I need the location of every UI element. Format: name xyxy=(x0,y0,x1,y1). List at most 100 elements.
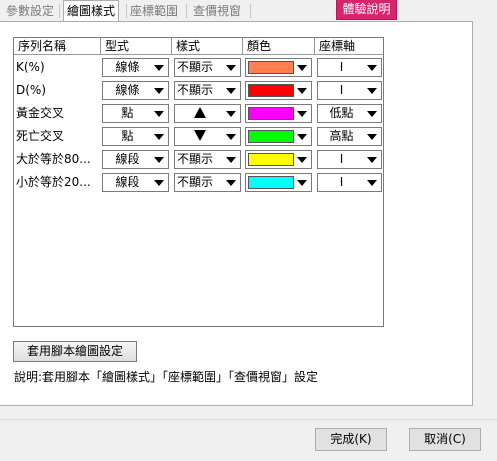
column-header-color: 顏色 xyxy=(243,38,315,55)
table-row: 黃金交叉 點 低點 xyxy=(14,102,383,125)
table-row: 大於等於80... 線段 不顯示 I xyxy=(14,148,383,171)
axis-value: I xyxy=(339,152,344,166)
chevron-down-icon xyxy=(367,180,377,186)
style-value: 不顯示 xyxy=(177,152,214,166)
color-swatch xyxy=(248,107,294,120)
triangle-up-icon xyxy=(193,107,206,118)
type-dropdown[interactable]: 線條 xyxy=(102,58,169,77)
color-dropdown[interactable] xyxy=(245,81,312,100)
type-value: 線段 xyxy=(115,175,140,189)
chevron-down-icon xyxy=(297,65,307,71)
chevron-down-icon xyxy=(154,65,164,71)
chevron-down-icon xyxy=(226,180,236,186)
type-dropdown[interactable]: 點 xyxy=(102,104,169,123)
style-value xyxy=(175,128,224,145)
type-value: 線段 xyxy=(115,152,140,166)
color-swatch xyxy=(248,84,294,97)
color-dropdown[interactable] xyxy=(245,104,312,123)
type-value: 線條 xyxy=(115,60,140,74)
chevron-down-icon xyxy=(226,65,236,71)
style-dropdown[interactable]: 不顯示 xyxy=(174,81,241,100)
style-value: 不顯示 xyxy=(177,175,214,189)
series-name: 大於等於80... xyxy=(16,152,91,166)
column-header-type: 型式 xyxy=(101,38,172,55)
tab-separator xyxy=(59,4,60,18)
axis-dropdown[interactable]: I xyxy=(317,58,382,77)
style-value xyxy=(175,105,224,122)
color-swatch xyxy=(248,153,294,166)
type-dropdown[interactable]: 線段 xyxy=(102,150,169,169)
color-swatch xyxy=(248,130,294,143)
tab-parameters[interactable]: 參數設定 xyxy=(6,3,54,20)
cancel-button[interactable]: 取消(C) xyxy=(409,428,481,451)
chevron-down-icon xyxy=(154,180,164,186)
color-dropdown[interactable] xyxy=(245,58,312,77)
style-dropdown[interactable]: 不顯示 xyxy=(174,150,241,169)
style-dropdown[interactable] xyxy=(174,127,241,146)
column-header-axis: 座標軸 xyxy=(315,38,383,55)
help-button[interactable]: 體驗說明 xyxy=(336,0,397,20)
axis-dropdown[interactable]: 高點 xyxy=(317,127,382,146)
color-swatch xyxy=(248,176,294,189)
chevron-down-icon xyxy=(367,111,377,117)
series-name: 小於等於20... xyxy=(16,175,91,189)
series-name: D(%) xyxy=(16,83,47,97)
chevron-down-icon xyxy=(297,111,307,117)
axis-value: I xyxy=(339,60,344,74)
axis-dropdown[interactable]: 低點 xyxy=(317,104,382,123)
axis-value: 高點 xyxy=(329,129,354,143)
style-dropdown[interactable]: 不顯示 xyxy=(174,58,241,77)
axis-dropdown[interactable]: I xyxy=(317,150,382,169)
tab-separator xyxy=(126,4,127,18)
axis-value: I xyxy=(339,175,344,189)
table-row: 小於等於20... 線段 不顯示 I xyxy=(14,171,383,194)
tab-strip: 參數設定 繪圖樣式 座標範圍 查價視窗 體驗說明 xyxy=(0,0,497,22)
apply-script-plot-settings-button[interactable]: 套用腳本繪圖設定 xyxy=(13,341,137,362)
type-value: 線條 xyxy=(115,83,140,97)
chevron-down-icon xyxy=(297,134,307,140)
column-header-style: 樣式 xyxy=(172,38,243,55)
color-dropdown[interactable] xyxy=(245,173,312,192)
triangle-down-icon xyxy=(193,130,206,141)
axis-dropdown[interactable]: I xyxy=(317,81,382,100)
series-name: 黃金交叉 xyxy=(16,106,65,120)
window-margin xyxy=(473,21,497,405)
axis-value: 低點 xyxy=(329,106,354,120)
color-dropdown[interactable] xyxy=(245,150,312,169)
color-dropdown[interactable] xyxy=(245,127,312,146)
chevron-down-icon xyxy=(367,65,377,71)
chevron-down-icon xyxy=(367,134,377,140)
description-text: 說明:套用腳本「繪圖樣式」「座標範圍」「查價視窗」設定 xyxy=(14,370,319,384)
chevron-down-icon xyxy=(154,157,164,163)
chevron-down-icon xyxy=(226,134,236,140)
chevron-down-icon xyxy=(154,111,164,117)
axis-dropdown[interactable]: I xyxy=(317,173,382,192)
chevron-down-icon xyxy=(367,157,377,163)
chevron-down-icon xyxy=(297,157,307,163)
chevron-down-icon xyxy=(226,111,236,117)
chevron-down-icon xyxy=(226,88,236,94)
style-dropdown[interactable]: 不顯示 xyxy=(174,173,241,192)
footer-divider xyxy=(0,419,497,420)
series-name: K(%) xyxy=(16,60,45,74)
type-dropdown[interactable]: 點 xyxy=(102,127,169,146)
chevron-down-icon xyxy=(154,134,164,140)
axis-value: I xyxy=(339,83,344,97)
tab-plot-style[interactable]: 繪圖樣式 xyxy=(63,0,120,22)
tab-axis-range[interactable]: 座標範圍 xyxy=(130,3,178,20)
type-value: 點 xyxy=(121,129,134,143)
ok-button[interactable]: 完成(K) xyxy=(315,428,387,451)
type-dropdown[interactable]: 線條 xyxy=(102,81,169,100)
style-dropdown[interactable] xyxy=(174,104,241,123)
chevron-down-icon xyxy=(154,88,164,94)
series-name: 死亡交叉 xyxy=(16,129,65,143)
table-row: D(%) 線條 不顯示 I xyxy=(14,79,383,102)
table-row: K(%) 線條 不顯示 I xyxy=(14,56,383,79)
column-header-series-name: 序列名稱 xyxy=(14,38,101,55)
tab-separator xyxy=(186,4,187,18)
type-dropdown[interactable]: 線段 xyxy=(102,173,169,192)
type-value: 點 xyxy=(121,106,134,120)
style-value: 不顯示 xyxy=(177,60,214,74)
table-row: 死亡交叉 點 高點 xyxy=(14,125,383,148)
tab-quote-window[interactable]: 查價視窗 xyxy=(193,3,241,20)
